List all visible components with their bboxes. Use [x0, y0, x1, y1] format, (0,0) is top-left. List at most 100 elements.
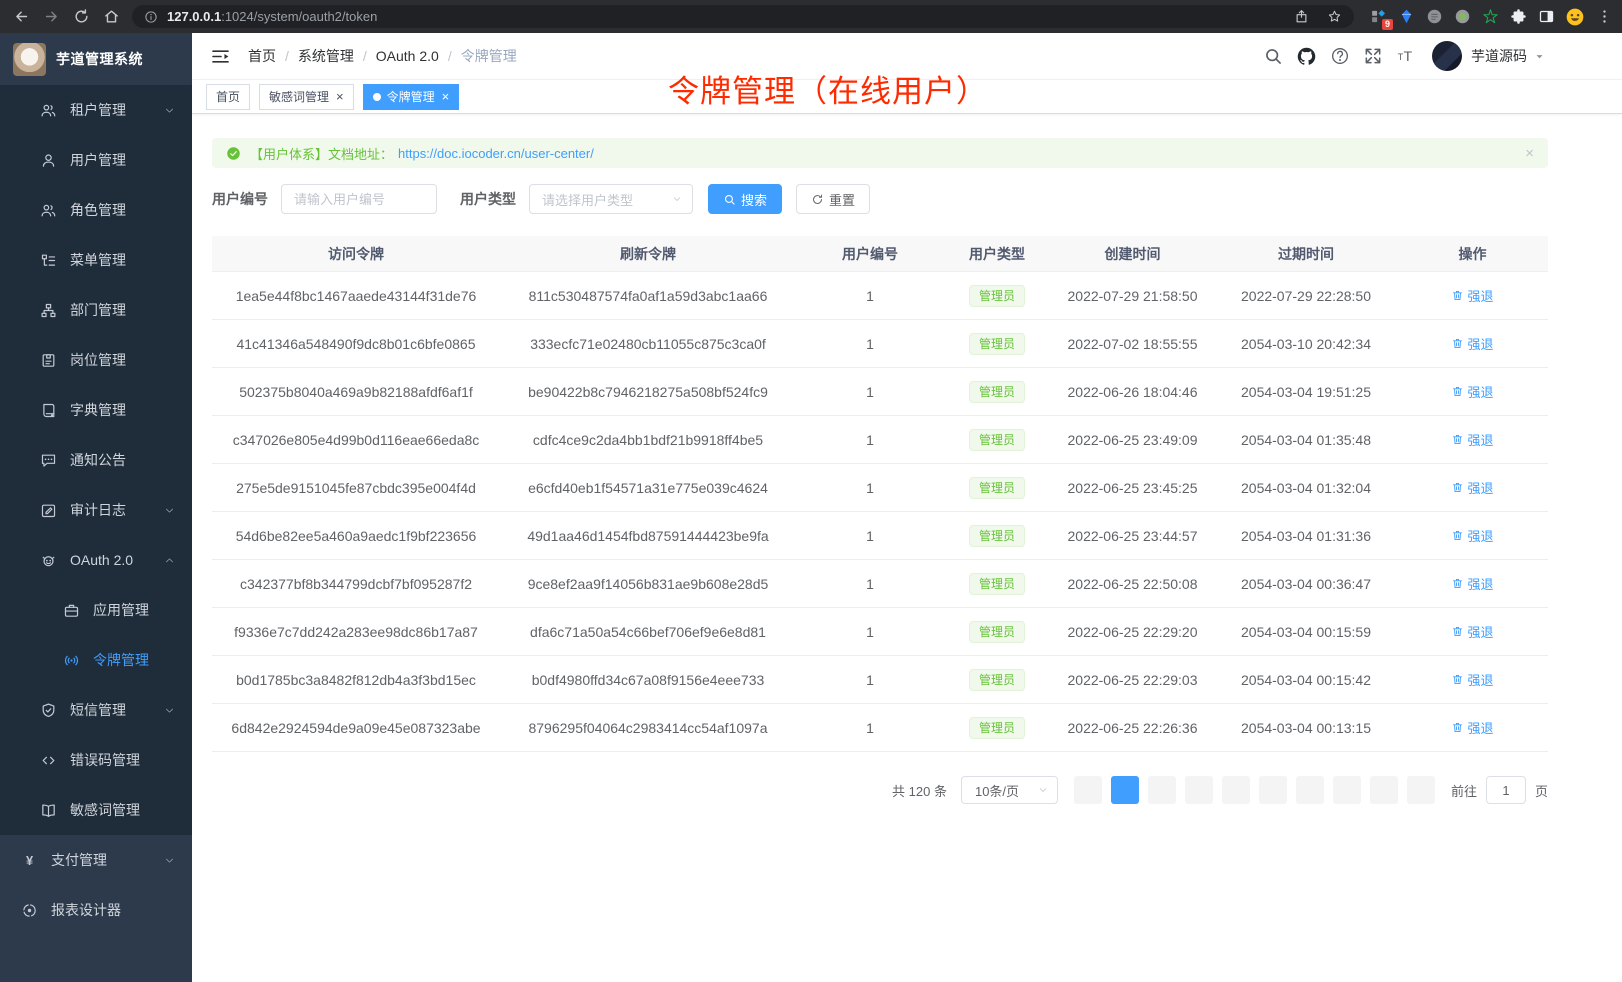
alert-close-icon[interactable]: × — [1525, 145, 1534, 162]
refresh-token-cell: cdfc4ce9c2da4bb1bdf21b9918ff4be5 — [500, 432, 796, 448]
menu-item-label: 令牌管理 — [93, 650, 149, 670]
extension-gem-icon[interactable] — [1396, 6, 1417, 27]
share-icon[interactable] — [1294, 9, 1309, 24]
expire-time-cell: 2054-03-04 19:51:25 — [1215, 384, 1397, 400]
sidebar-item[interactable]: 菜单管理 — [0, 235, 192, 285]
browser-home-button[interactable] — [96, 4, 126, 30]
extension-gray-circle-icon[interactable] — [1424, 6, 1445, 27]
user-type-cell: 管理员 — [944, 381, 1050, 403]
page-button[interactable] — [1333, 776, 1361, 804]
menu-item-icon — [21, 902, 38, 919]
chevron-icon — [163, 104, 176, 117]
browser-back-button[interactable] — [6, 4, 36, 30]
side-panel-icon[interactable] — [1536, 6, 1557, 27]
access-token-cell: 54d6be82ee5a460a9aedc1f9bf223656 — [212, 528, 500, 544]
user-name[interactable]: 芋道源码 — [1471, 46, 1527, 66]
site-info-icon[interactable] — [144, 10, 158, 24]
sidebar-collapse-icon[interactable] — [210, 46, 231, 67]
user-avatar[interactable] — [1432, 41, 1462, 71]
page-button[interactable] — [1111, 776, 1139, 804]
reset-button[interactable]: 重置 — [796, 184, 870, 214]
sidebar-item[interactable]: 令牌管理 — [0, 635, 192, 685]
help-icon[interactable] — [1330, 46, 1350, 66]
expire-time-cell: 2054-03-04 01:35:48 — [1215, 432, 1397, 448]
breadcrumb-item[interactable]: 系统管理 / — [298, 46, 376, 66]
goto-page-input[interactable] — [1486, 776, 1526, 804]
browser-reload-button[interactable] — [66, 4, 96, 30]
font-size-icon[interactable]: TT — [1396, 46, 1416, 66]
page-button[interactable] — [1370, 776, 1398, 804]
search-icon[interactable] — [1263, 46, 1283, 66]
menu-item-label: 审计日志 — [70, 500, 126, 520]
sidebar-item[interactable]: 岗位管理 — [0, 335, 192, 385]
sidebar-item[interactable]: 审计日志 — [0, 485, 192, 535]
view-tab[interactable]: 令牌管理 × — [363, 84, 460, 110]
goto-label: 前往 — [1451, 781, 1477, 800]
tab-close-icon[interactable]: × — [442, 90, 450, 103]
doc-link[interactable]: https://doc.iocoder.cn/user-center/ — [398, 146, 594, 161]
fullscreen-icon[interactable] — [1363, 46, 1383, 66]
address-bar[interactable]: 127.0.0.1:1024/system/oauth2/token — [132, 5, 1354, 28]
sidebar-item[interactable]: 应用管理 — [0, 585, 192, 635]
caret-down-icon[interactable] — [1533, 50, 1546, 63]
access-token-cell: 502375b8040a469a9b82188afdf6af1f — [212, 384, 500, 400]
table-row: b0d1785bc3a8482f812db4a3f3bd15ec b0df498… — [212, 656, 1548, 704]
sidebar-item[interactable]: 通知公告 — [0, 435, 192, 485]
page-button[interactable] — [1259, 776, 1287, 804]
force-logout-button[interactable]: 强退 — [1451, 574, 1493, 593]
sidebar-item[interactable]: 角色管理 — [0, 185, 192, 235]
breadcrumb-item[interactable]: 首页 / — [248, 46, 298, 66]
page-button[interactable] — [1296, 776, 1324, 804]
force-logout-button[interactable]: 强退 — [1451, 670, 1493, 689]
access-token-cell: c347026e805e4d99b0d116eae66eda8c — [212, 432, 500, 448]
page-button[interactable] — [1074, 776, 1102, 804]
bookmark-star-icon[interactable] — [1327, 9, 1342, 24]
created-time-cell: 2022-06-25 22:26:36 — [1050, 720, 1215, 736]
sidebar-item[interactable]: 部门管理 — [0, 285, 192, 335]
force-logout-button[interactable]: 强退 — [1451, 478, 1493, 497]
browser-menu-icon[interactable] — [1596, 8, 1612, 26]
profile-avatar-icon[interactable] — [1564, 6, 1585, 27]
sidebar-item[interactable]: 用户管理 — [0, 135, 192, 185]
force-logout-button[interactable]: 强退 — [1451, 718, 1493, 737]
sidebar-item[interactable]: 租户管理 — [0, 85, 192, 135]
sidebar-item[interactable]: 字典管理 — [0, 385, 192, 435]
page-button[interactable] — [1148, 776, 1176, 804]
app-logo-bar[interactable]: 芋道管理系统 — [0, 33, 192, 85]
force-logout-button[interactable]: 强退 — [1451, 526, 1493, 545]
search-button[interactable]: 搜索 — [708, 184, 782, 214]
tab-label: 首页 — [216, 88, 240, 105]
breadcrumb-item[interactable]: 令牌管理 — [461, 46, 517, 66]
page-button[interactable] — [1407, 776, 1435, 804]
extension-green-circle-icon[interactable] — [1452, 6, 1473, 27]
user-type-badge: 管理员 — [969, 573, 1025, 595]
force-logout-button[interactable]: 强退 — [1451, 382, 1493, 401]
user-type-badge: 管理员 — [969, 477, 1025, 499]
created-time-cell: 2022-06-25 23:44:57 — [1050, 528, 1215, 544]
page-button[interactable] — [1185, 776, 1213, 804]
force-logout-button[interactable]: 强退 — [1451, 430, 1493, 449]
github-icon[interactable] — [1296, 46, 1317, 67]
extension-grid-icon[interactable]: 9 — [1368, 6, 1389, 27]
page-button[interactable] — [1222, 776, 1250, 804]
view-tab[interactable]: 敏感词管理 × — [259, 84, 354, 110]
page-size-select[interactable]: 10条/页 — [961, 776, 1058, 804]
sidebar-item[interactable]: 敏感词管理 — [0, 785, 192, 835]
force-logout-button[interactable]: 强退 — [1451, 286, 1493, 305]
breadcrumb-item[interactable]: OAuth 2.0 / — [376, 48, 461, 64]
sidebar-item[interactable]: 短信管理 — [0, 685, 192, 735]
force-logout-button[interactable]: 强退 — [1451, 622, 1493, 641]
view-tab[interactable]: 首页 — [206, 84, 250, 110]
extensions-puzzle-icon[interactable] — [1508, 6, 1529, 27]
sidebar-item[interactable]: 错误码管理 — [0, 735, 192, 785]
sidebar-item[interactable]: ¥ 支付管理 — [0, 835, 192, 885]
user-type-select[interactable]: 请选择用户类型 — [529, 184, 693, 214]
browser-forward-button[interactable] — [36, 4, 66, 30]
force-logout-button[interactable]: 强退 — [1451, 334, 1493, 353]
sidebar-item[interactable]: OAuth 2.0 — [0, 535, 192, 585]
user-id-input[interactable] — [281, 184, 437, 214]
user-type-badge: 管理员 — [969, 381, 1025, 403]
extension-green-star-icon[interactable] — [1480, 6, 1501, 27]
tab-close-icon[interactable]: × — [336, 90, 344, 103]
sidebar-item[interactable]: 报表设计器 — [0, 885, 192, 935]
